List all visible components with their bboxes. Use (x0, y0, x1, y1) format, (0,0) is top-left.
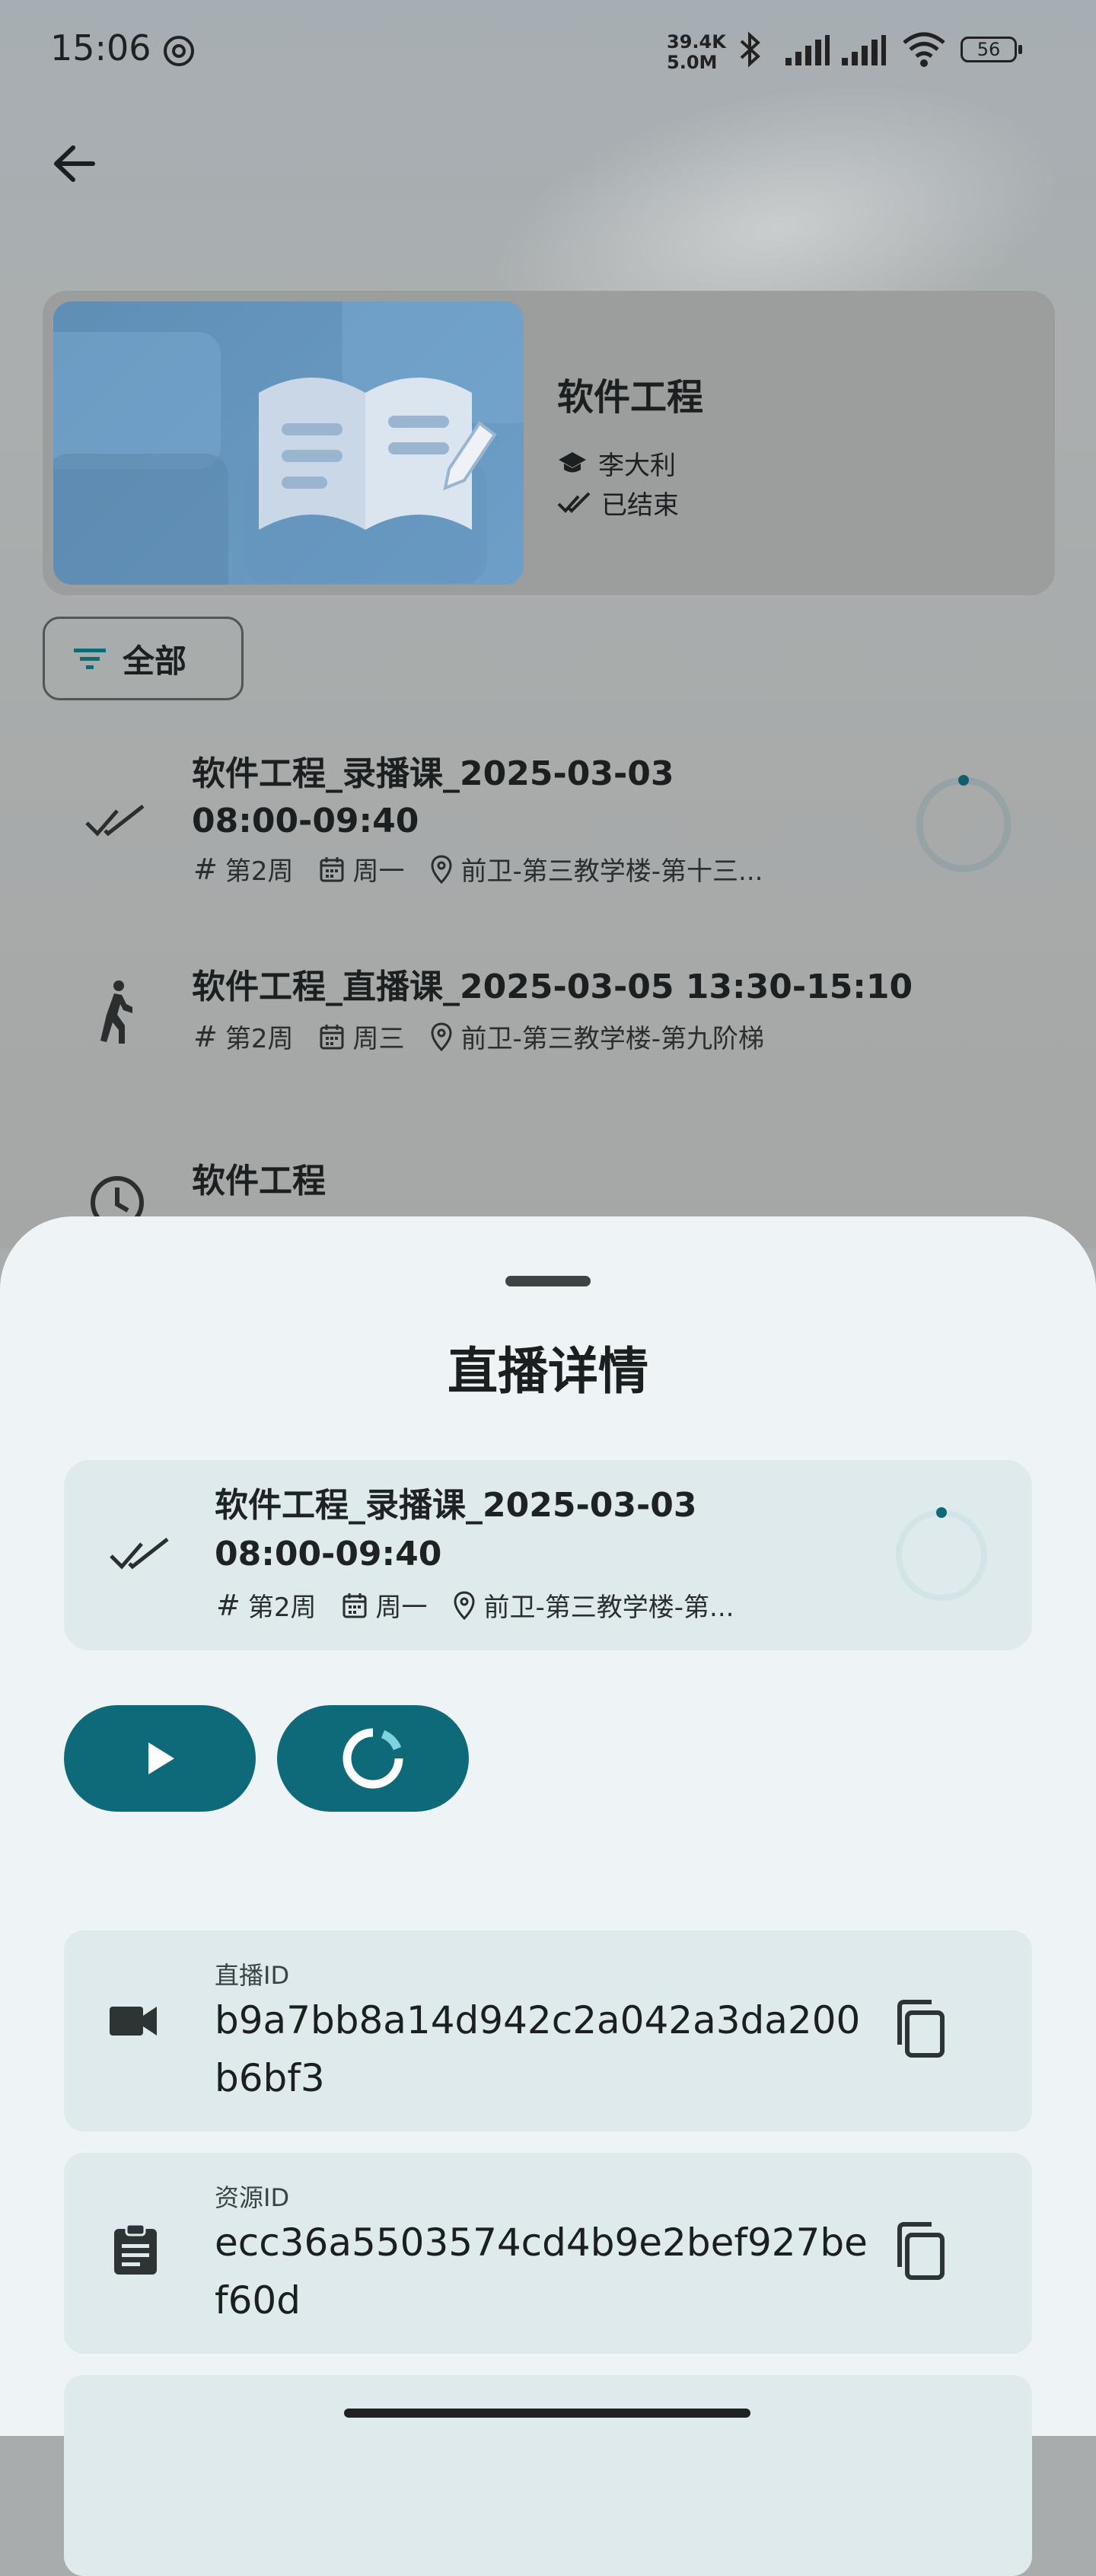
loading-spinner-icon (342, 1728, 403, 1789)
sheet-title: 直播详情 (448, 1342, 648, 1401)
home-indicator[interactable] (344, 2409, 750, 2418)
clock-icon (88, 1174, 146, 1216)
hash-icon: # (193, 852, 218, 886)
item-weekday: 周一 (352, 856, 405, 887)
resource-id-card: 资源ID ecc36a5503574cd4b9e2bef927bef60d (64, 2153, 1032, 2354)
net-down: 5.0M (667, 52, 718, 73)
course-cover-image (53, 301, 524, 585)
item-weekday: 周三 (352, 1024, 405, 1054)
done-all-icon (84, 802, 149, 846)
item-title: 软件工程 (192, 1162, 326, 1200)
location-icon (431, 1022, 452, 1051)
net-up: 39.4K (667, 31, 726, 53)
live-item-card: 软件工程_录播课_2025-03-03 08:00-09:40 # 第2周 周一… (64, 1460, 1032, 1650)
calendar-icon (342, 1592, 367, 1618)
back-button[interactable] (47, 137, 100, 190)
battery-indicator: 56 (961, 37, 1022, 62)
next-info-card (64, 2375, 1032, 2576)
item-title: 软件工程_录播课_2025-03-03 (215, 1486, 697, 1525)
teacher-name: 李大利 (598, 451, 676, 481)
item-time: 08:00-09:40 (192, 802, 419, 840)
item-location: 前卫-第三教学楼-第... (483, 1592, 734, 1623)
item-week: 第2周 (225, 1024, 294, 1054)
live-detail-sheet: 直播详情 软件工程_录播课_2025-03-03 08:00-09:40 # 第… (0, 1216, 1096, 2576)
videocam-icon (108, 2004, 158, 2042)
live-id-value: b9a7bb8a14d942c2a042a3da200b6bf3 (215, 1998, 861, 2100)
drag-handle[interactable] (505, 1276, 591, 1286)
item-week: 第2周 (225, 856, 294, 887)
status-bar: 15:06 39.4K 5.0M 56 (0, 0, 1096, 99)
item-meta: # 第2周 周三 前卫-第三教学楼-第九阶梯 (193, 1018, 764, 1055)
copy-icon[interactable] (892, 2221, 950, 2285)
hash-icon: # (216, 1588, 241, 1622)
filter-label: 全部 (123, 642, 187, 680)
item-meta: # 第2周 周一 前卫-第三教学楼-第十三... (193, 850, 763, 888)
list-item[interactable]: 软件工程_录播课_2025-03-03 08:00-09:40 # 第2周 周一… (0, 742, 1096, 902)
course-title: 软件工程 (557, 376, 704, 419)
live-id-label: 直播ID (215, 1961, 290, 1990)
item-location: 前卫-第三教学楼-第九阶梯 (460, 1024, 765, 1054)
calendar-icon (320, 856, 344, 882)
play-icon (148, 1742, 174, 1774)
hash-icon: # (193, 1019, 218, 1054)
filter-chip[interactable]: 全部 (43, 617, 244, 700)
progress-indicator (910, 771, 1017, 881)
item-title: 软件工程_录播课_2025-03-03 (192, 754, 674, 793)
location-icon (454, 1590, 475, 1620)
item-title: 软件工程_直播课_2025-03-05 13:30-15:10 (192, 968, 913, 1006)
list-item[interactable]: 软件工程_直播课_2025-03-05 13:30-15:10 # 第2周 周三… (0, 963, 1096, 1077)
item-week: 第2周 (247, 1592, 317, 1623)
item-weekday: 周一 (375, 1592, 428, 1623)
refresh-button[interactable] (277, 1705, 469, 1812)
data-saver-icon (160, 33, 198, 72)
course-teacher: 李大利 (557, 445, 676, 482)
location-icon (431, 854, 452, 884)
arrow-left-icon (54, 145, 95, 182)
live-id-card: 直播ID b9a7bb8a14d942c2a042a3da200b6bf3 (64, 1930, 1032, 2131)
play-button[interactable] (64, 1705, 256, 1812)
course-status: 已结束 (557, 484, 679, 521)
network-speed: 39.4K 5.0M (667, 32, 726, 73)
done-all-icon (108, 1535, 174, 1579)
resource-id-value: ecc36a5503574cd4b9e2bef927bef60d (215, 2221, 868, 2323)
clipboard-icon (113, 2223, 158, 2279)
calendar-icon (320, 1024, 344, 1049)
signal-icon-1 (784, 33, 831, 70)
item-location: 前卫-第三教学楼-第十三... (460, 856, 763, 887)
graduation-cap-icon (559, 451, 586, 472)
course-card[interactable]: 软件工程 李大利 已结束 (43, 291, 1055, 595)
status-time: 15:06 (50, 27, 151, 69)
item-meta: # 第2周 周一 前卫-第三教学楼-第... (216, 1586, 734, 1624)
wifi-icon (901, 30, 947, 72)
done-all-icon (557, 492, 591, 513)
progress-indicator (892, 1506, 991, 1608)
item-time: 08:00-09:40 (215, 1535, 442, 1573)
bluetooth-icon (735, 30, 766, 72)
list-item[interactable]: 软件工程 (0, 1157, 1096, 1216)
status-label: 已结束 (601, 490, 679, 521)
walking-icon (94, 980, 137, 1048)
filter-icon (74, 649, 106, 669)
signal-icon-2 (840, 33, 887, 70)
resource-id-label: 资源ID (215, 2183, 290, 2212)
copy-icon[interactable] (892, 1999, 950, 2063)
